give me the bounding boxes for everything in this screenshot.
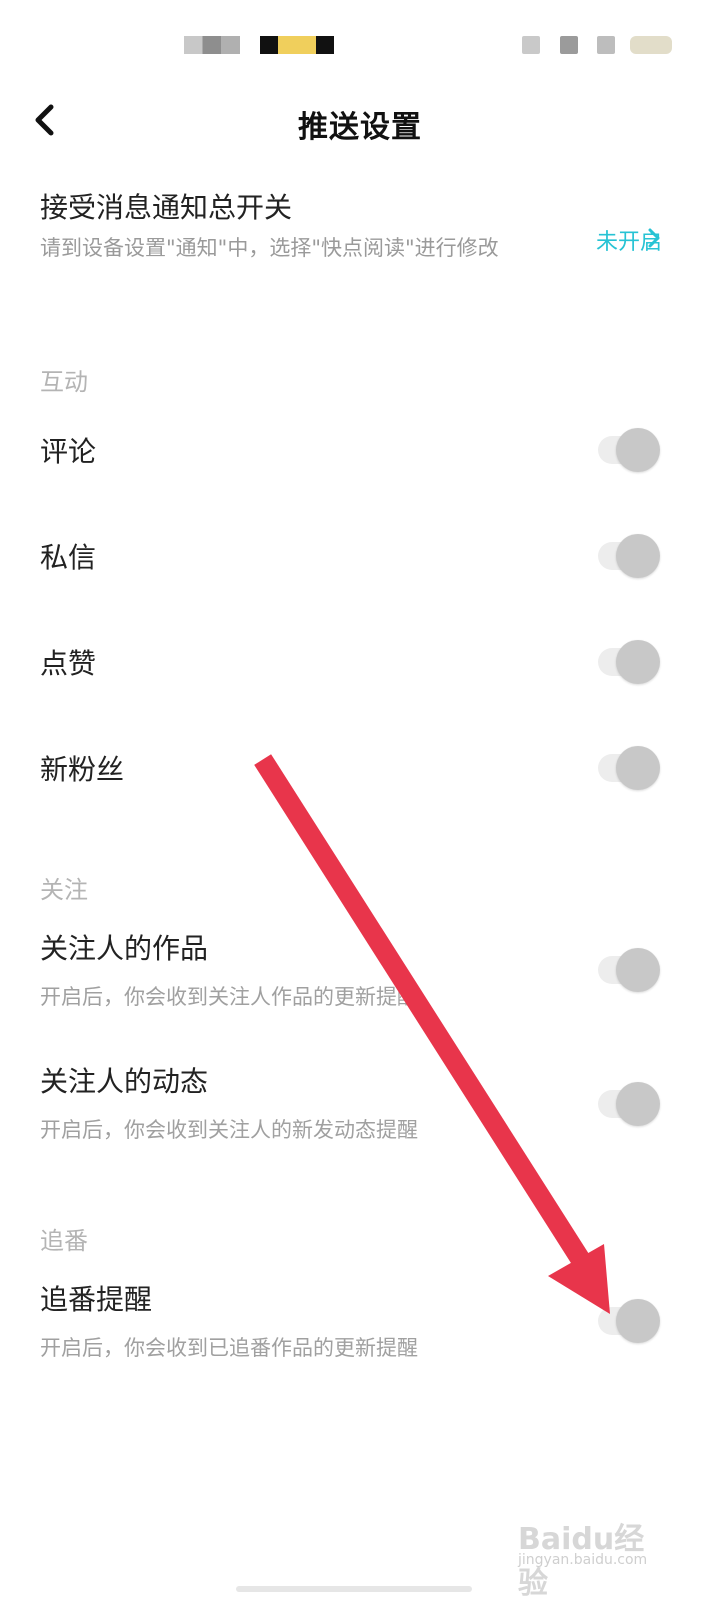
wifi-icon bbox=[560, 36, 578, 54]
setting-description: 开启后，你会收到关注人的新发动态提醒 bbox=[40, 1118, 418, 1142]
setting-title: 评论 bbox=[40, 435, 97, 468]
setting-row-new-followers: 新粉丝 bbox=[0, 738, 720, 798]
watermark-url: jingyan.baidu.com bbox=[518, 1552, 648, 1568]
section-label-following: 关注 bbox=[40, 876, 88, 904]
setting-title: 关注人的作品 bbox=[40, 932, 209, 965]
section-label-interaction: 互动 bbox=[40, 368, 88, 396]
setting-row-likes: 点赞 bbox=[0, 632, 720, 692]
master-notification-row[interactable]: 接受消息通知总开关 请到设备设置"通知"中，选择"快点阅读"进行修改 未开启 bbox=[0, 180, 720, 300]
baidu-watermark: Baidu经验 jingyan.baidu.com bbox=[518, 1502, 668, 1601]
setting-title: 追番提醒 bbox=[40, 1283, 153, 1316]
signal-icon bbox=[522, 36, 540, 54]
pixelated-status-block bbox=[184, 36, 240, 54]
status-bar bbox=[0, 0, 720, 90]
setting-row-comments: 评论 bbox=[0, 420, 720, 480]
section-label-anime-follow: 追番 bbox=[40, 1227, 88, 1255]
setting-title: 关注人的动态 bbox=[40, 1065, 209, 1098]
notification-icon bbox=[597, 36, 615, 54]
setting-description: 开启后，你会收到已追番作品的更新提醒 bbox=[40, 1336, 418, 1360]
annotation-arrow-shaft bbox=[254, 754, 600, 1282]
master-notification-title: 接受消息通知总开关 bbox=[40, 191, 293, 224]
setting-row-anime-reminder: 追番提醒 开启后，你会收到已追番作品的更新提醒 bbox=[0, 1276, 720, 1366]
toggle-comments[interactable] bbox=[596, 428, 660, 472]
toggle-followed-activity[interactable] bbox=[596, 1082, 660, 1126]
chevron-right-icon bbox=[648, 228, 660, 248]
setting-description: 开启后，你会收到关注人作品的更新提醒 bbox=[40, 985, 418, 1009]
setting-title: 新粉丝 bbox=[40, 753, 125, 786]
page-title: 推送设置 bbox=[298, 110, 422, 145]
header: 推送设置 bbox=[0, 90, 720, 150]
pixelated-status-block bbox=[260, 36, 334, 54]
toggle-anime-reminder[interactable] bbox=[596, 1299, 660, 1343]
setting-row-private-messages: 私信 bbox=[0, 526, 720, 586]
toggle-private-messages[interactable] bbox=[596, 534, 660, 578]
toggle-followed-works[interactable] bbox=[596, 948, 660, 992]
master-notification-description: 请到设备设置"通知"中，选择"快点阅读"进行修改 bbox=[40, 236, 499, 260]
battery-icon bbox=[630, 36, 672, 54]
home-indicator bbox=[236, 1586, 472, 1592]
setting-row-followed-activity: 关注人的动态 开启后，你会收到关注人的新发动态提醒 bbox=[0, 1058, 720, 1148]
toggle-likes[interactable] bbox=[596, 640, 660, 684]
setting-title: 私信 bbox=[40, 541, 97, 574]
setting-title: 点赞 bbox=[40, 647, 97, 680]
setting-row-followed-works: 关注人的作品 开启后，你会收到关注人作品的更新提醒 bbox=[0, 925, 720, 1015]
toggle-new-followers[interactable] bbox=[596, 746, 660, 790]
